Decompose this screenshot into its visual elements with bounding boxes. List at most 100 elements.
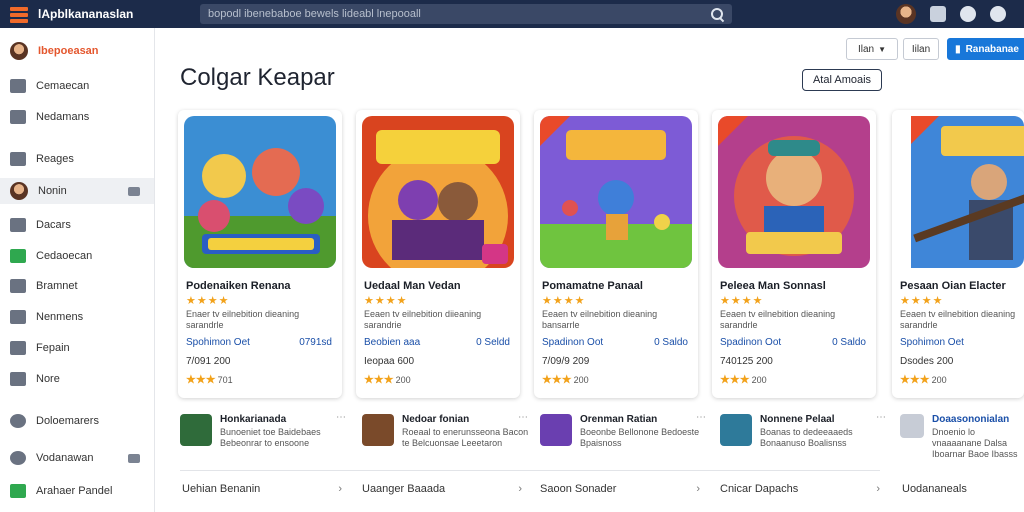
game-thumbnail[interactable]	[720, 414, 752, 446]
list-item-title: Nedoar fonian	[402, 414, 470, 425]
box-icon	[10, 372, 26, 386]
sort-button-label: Iilan	[911, 43, 931, 55]
category-link-label: Cnicar Dapachs	[720, 483, 799, 495]
game-thumbnail[interactable]	[900, 414, 924, 438]
game-thumbnail[interactable]	[362, 414, 394, 446]
game-description: Eeaen tv eilnebition dieaning sarandrle	[720, 309, 836, 330]
sidebar-item-3[interactable]: Reages	[0, 146, 154, 172]
sidebar-item-label: Nenmens	[36, 311, 84, 323]
chevron-down-icon: ▼	[878, 44, 887, 54]
user-rating-stars: ★★★	[720, 374, 750, 386]
puzzle-icon	[10, 279, 26, 293]
list-item[interactable]: Nedoar fonian Roeaal to enerunsseona Bac…	[362, 412, 532, 466]
sidebar-item-5[interactable]: Dacars	[0, 212, 154, 238]
category-link[interactable]: Saoon Sonader ›	[540, 480, 700, 498]
sidebar-item-8[interactable]: Nenmens	[0, 304, 154, 330]
primary-action-button[interactable]: ▮ Ranabanae	[947, 38, 1024, 60]
more-icon[interactable]: ⋯	[696, 412, 706, 423]
sidebar-item-label: Cedaoecan	[36, 250, 93, 262]
more-icon[interactable]: ⋯	[336, 412, 346, 423]
list-item[interactable]: Orenman Ratian Boeonbe Bellonone Bedoest…	[540, 412, 710, 466]
list-item[interactable]: Doaasononialan Dnoenio lo vnaaaanane Dal…	[900, 412, 1022, 466]
sidebar-item-profile[interactable]: Ibepoeasan	[0, 38, 154, 64]
list-item-title: Doaasononialan	[932, 414, 1010, 425]
settings-icon[interactable]	[960, 6, 976, 22]
price-label: 7/091 200	[186, 356, 231, 367]
sort-button[interactable]: Iilan	[903, 38, 939, 60]
game-card[interactable]: Podenaiken Renana ★★★★ Enaer tv eilnebit…	[178, 110, 342, 398]
sidebar-item-10[interactable]: Nore	[0, 366, 154, 392]
game-description: Enaer tv eilnebition dieaning sarandrle	[186, 309, 300, 330]
sidebar-item-label: Nedamans	[36, 111, 90, 123]
game-title: Podenaiken Renana	[186, 280, 291, 292]
app-logo-icon[interactable]	[8, 5, 30, 23]
game-card[interactable]: Uedaal Man Vedan ★★★★ Eeaen tv eilnebiti…	[356, 110, 520, 398]
rating-stars: ★★★★	[364, 295, 408, 307]
grid-icon	[10, 152, 26, 166]
game-card[interactable]: Pesaan Oian Elacter ★★★★ Eeaen tv eilneb…	[892, 110, 1024, 398]
sidebar-item-12[interactable]: Vodanawan	[0, 445, 154, 471]
search-bar[interactable]	[200, 4, 732, 24]
sidebar-item-9[interactable]: Fepain	[0, 335, 154, 361]
developer-link[interactable]: Spohimon Oet	[186, 337, 250, 348]
sidebar-item-13[interactable]: Arahaer Pandel	[0, 478, 154, 504]
game-card[interactable]: Peleea Man Sonnasl ★★★★ Eeaen tv eilnebi…	[712, 110, 876, 398]
arrow-icon	[10, 310, 26, 324]
home-icon	[10, 249, 26, 263]
category-link[interactable]: Uehian Benanin ›	[182, 480, 342, 498]
game-thumbnail[interactable]	[540, 414, 572, 446]
developer-link[interactable]: Spadinon Oot	[720, 337, 781, 348]
sidebar-item-1[interactable]: Cemaecan	[0, 73, 154, 99]
game-art-image[interactable]	[184, 116, 336, 268]
sidebar-item-6[interactable]: Cedaoecan	[0, 243, 154, 269]
size-label: 0791sd	[299, 337, 332, 348]
chevron-right-icon: ›	[338, 483, 342, 495]
list-item-subtitle: Boeonbe Bellonone Bedoeste Bpaisnoss	[580, 427, 700, 448]
list-item-subtitle: Roeaal to enerunsseona Bacon te Belcuons…	[402, 427, 529, 448]
add-button[interactable]: Atal Amoais	[802, 69, 882, 91]
sidebar-item-label: Cemaecan	[36, 80, 90, 92]
category-link[interactable]: Uodananeals	[902, 480, 1012, 498]
game-art-image[interactable]	[540, 116, 692, 268]
category-link-label: Uaanger Baaada	[362, 483, 446, 495]
list-item-title: Honkarianada	[220, 414, 287, 425]
list-item[interactable]: Nonnene Pelaal Boanas to dedeeaaeds Bona…	[720, 412, 890, 466]
sidebar: Ibepoeasan Cemaecan Nedamans Reages Noni…	[0, 28, 155, 512]
list-item-title: Orenman Ratian	[580, 414, 658, 425]
more-icon[interactable]: ⋯	[876, 412, 886, 423]
sidebar-item-11[interactable]: Doloemarers	[0, 408, 154, 434]
search-icon[interactable]	[710, 7, 724, 21]
category-link[interactable]: Uaanger Baaada ›	[362, 480, 522, 498]
game-card[interactable]: Pomamatne Panaal ★★★★ Eeaen tv eilnebiti…	[534, 110, 698, 398]
sidebar-item-label: Dacars	[36, 219, 71, 231]
developer-link[interactable]: Beobien aaa	[364, 337, 420, 348]
filter-button[interactable]: Ilan ▼	[846, 38, 898, 60]
game-art-image[interactable]	[362, 116, 514, 268]
sidebar-item-4[interactable]: Nonin	[0, 178, 154, 204]
list-item-subtitle: Boanas to dedeeaaeds Bonaanuso Boalisnss	[760, 427, 853, 448]
game-title: Pomamatne Panaal	[542, 280, 643, 292]
list-item-subtitle: Dnoenio lo vnaaaanane Dalsa Iboarnar Bao…	[932, 427, 1018, 459]
notifications-icon[interactable]	[930, 6, 946, 22]
more-icon[interactable]: ⋯	[518, 412, 528, 423]
list-item[interactable]: Honkarianada Bunoeniet toe Baidebaes Beb…	[180, 412, 350, 466]
sidebar-item-2[interactable]: Nedamans	[0, 104, 154, 130]
user-avatar[interactable]	[896, 4, 916, 24]
category-link[interactable]: Cnicar Dapachs ›	[720, 480, 880, 498]
sidebar-item-label: Reages	[36, 153, 74, 165]
developer-link[interactable]: Spohimon Oet	[900, 337, 964, 348]
top-bar: lApblkananaslan	[0, 0, 1024, 28]
game-thumbnail[interactable]	[180, 414, 212, 446]
game-art-image[interactable]	[898, 116, 1024, 268]
add-button-label: Atal Amoais	[812, 74, 872, 86]
game-art-image[interactable]	[718, 116, 870, 268]
game-title: Uedaal Man Vedan	[364, 280, 461, 292]
more-icon[interactable]	[990, 6, 1006, 22]
sidebar-item-label: Bramnet	[36, 280, 78, 292]
search-input[interactable]	[208, 8, 710, 20]
plus-icon: ▮	[955, 43, 961, 55]
user-rating-count: 200	[395, 375, 411, 385]
developer-link[interactable]: Spadinon Oot	[542, 337, 603, 348]
sidebar-item-label: Arahaer Pandel	[36, 485, 113, 497]
sidebar-item-7[interactable]: Bramnet	[0, 273, 154, 299]
